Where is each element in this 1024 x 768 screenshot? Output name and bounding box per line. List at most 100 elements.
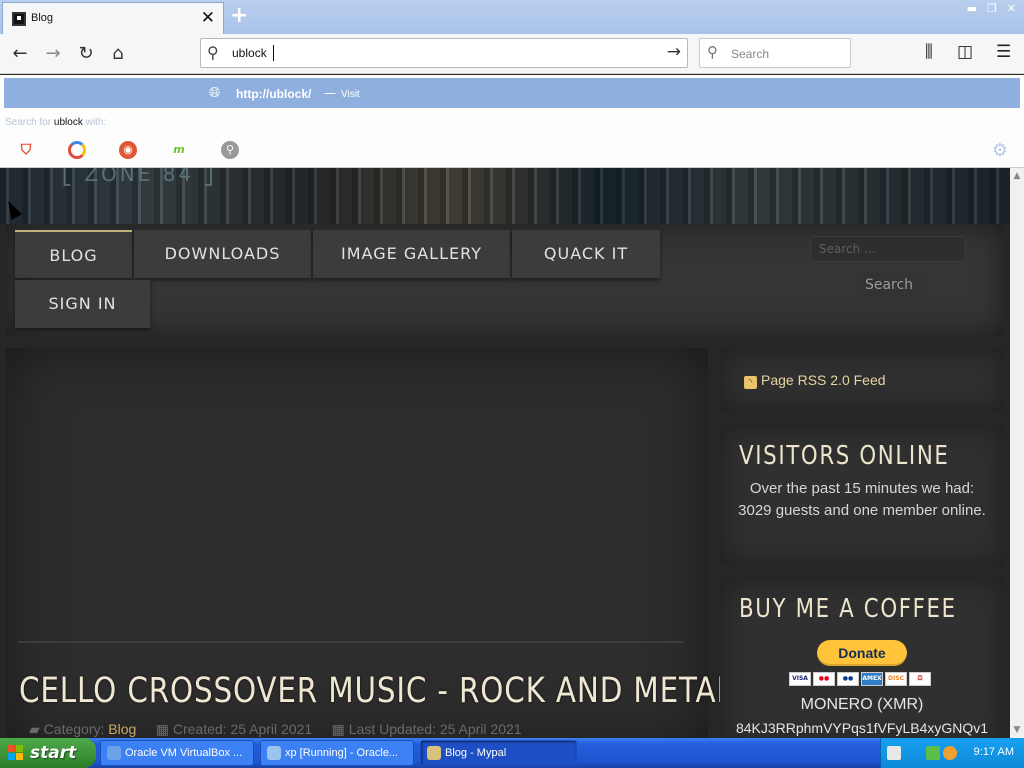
content-divider xyxy=(18,641,684,643)
payment-cards: VISA ●● ●● AMEX DISC ⛋ xyxy=(789,672,931,686)
taskbar: start Oracle VM VirtualBox ... xp [Runni… xyxy=(0,738,1024,768)
menu-hamburger-icon[interactable]: ☰ xyxy=(996,42,1011,62)
search-for-suffix: with: xyxy=(85,117,107,128)
new-tab-icon[interactable]: + xyxy=(230,3,248,28)
task-xp-running-label: xp [Running] - Oracle... xyxy=(285,747,399,759)
menu-image-gallery[interactable]: IMAGE GALLERY xyxy=(313,230,510,278)
search-for-query: ublock xyxy=(53,117,83,128)
visitors-title: VISITORS ONLINE xyxy=(739,441,950,471)
globe-icon: 🌐︎ xyxy=(209,85,221,101)
close-window-icon[interactable]: ✕ xyxy=(1007,2,1016,15)
url-bar[interactable]: ⚲ ublock → xyxy=(200,38,688,68)
restore-icon[interactable]: ❐ xyxy=(987,2,997,15)
banner-logo: ⎣ ZONE 84 ⎦ xyxy=(62,168,217,186)
updated-date: Last Updated: 25 April 2021 xyxy=(348,721,522,737)
mypal-browser-icon xyxy=(427,746,441,760)
mojeek-search-engine-icon[interactable]: m xyxy=(170,141,188,159)
back-icon[interactable]: ← xyxy=(6,40,34,68)
monero-address[interactable]: 84KJ3RRphmVYPqs1fVFyLB4xyGNQv1 xyxy=(720,720,1004,736)
reload-icon[interactable]: ↻ xyxy=(72,40,100,68)
calendar-icon: ▦ xyxy=(155,721,169,737)
menu-blog[interactable]: BLOG xyxy=(15,230,132,278)
gear-icon[interactable]: ⚙ xyxy=(992,140,1008,161)
monero-label: MONERO (XMR) xyxy=(800,696,924,713)
coffee-title: BUY ME A COFFEE xyxy=(739,594,957,624)
site-search-placeholder: Search ... xyxy=(819,242,876,256)
window-controls: ▬ ❐ ✕ xyxy=(967,2,1017,15)
category-link[interactable]: Blog xyxy=(108,721,136,737)
folder-icon: ▰ xyxy=(29,721,40,737)
web-search-placeholder: Search xyxy=(731,47,770,61)
task-blog-mypal[interactable]: Blog - Mypal xyxy=(420,740,577,766)
home-icon[interactable]: ⌂ xyxy=(104,40,132,68)
calendar-icon: ▦ xyxy=(331,721,345,737)
task-virtualbox[interactable]: Oracle VM VirtualBox ... xyxy=(100,740,254,766)
rss-icon: ◝ xyxy=(744,376,757,389)
rss-link[interactable]: ◝ Page RSS 2.0 Feed xyxy=(744,372,886,389)
forward-icon[interactable]: → xyxy=(39,40,67,68)
page-scrollbar[interactable]: ▲ ▼ xyxy=(1010,168,1024,738)
discover-card-icon: DISC xyxy=(885,672,907,686)
rss-module: ◝ Page RSS 2.0 Feed xyxy=(720,348,1004,412)
coffee-module: BUY ME A COFFEE Donate VISA ●● ●● AMEX D… xyxy=(720,578,1004,738)
rss-label: Page RSS 2.0 Feed xyxy=(761,372,886,388)
amex-card-icon: AMEX xyxy=(861,672,883,686)
virtualbox-icon xyxy=(107,746,121,760)
mastercard-icon: ●● xyxy=(813,672,835,686)
tab-bar: Blog ✕ + ▬ ❐ ✕ xyxy=(0,0,1024,34)
minimize-icon[interactable]: ▬ xyxy=(967,2,977,15)
system-tray: 9:17 AM xyxy=(880,738,1024,768)
task-xp-running[interactable]: xp [Running] - Oracle... xyxy=(260,740,414,766)
search-for-prefix: Search for xyxy=(5,117,52,128)
tab-blog[interactable]: Blog ✕ xyxy=(2,2,224,34)
start-label: start xyxy=(30,743,77,763)
network-icon[interactable] xyxy=(926,746,940,760)
go-arrow-icon[interactable]: → xyxy=(667,42,681,62)
text-caret xyxy=(273,45,274,61)
menu-quack-it[interactable]: QUACK IT xyxy=(512,230,660,278)
brave-search-engine-icon[interactable]: ⛉ xyxy=(17,141,35,159)
donate-button[interactable]: Donate xyxy=(817,640,907,666)
windows-logo-icon xyxy=(8,745,24,761)
tab-title: Blog xyxy=(31,12,54,24)
generic-search-engine-icon[interactable]: ⚲ xyxy=(221,141,239,159)
navigation-toolbar: ← → ↻ ⌂ ⚲ ublock → ⚲ Search ⫼ ◫ ☰ xyxy=(0,34,1024,74)
task-virtualbox-label: Oracle VM VirtualBox ... xyxy=(125,747,243,759)
sidebar-icon[interactable]: ◫ xyxy=(957,42,973,62)
search-for-with-label: Search for ublock with: xyxy=(5,117,106,128)
vm-window-icon xyxy=(267,746,281,760)
created-date: Created: 25 April 2021 xyxy=(172,721,313,737)
start-button[interactable]: start xyxy=(0,738,96,768)
visa-card-icon: VISA xyxy=(789,672,811,686)
bank-card-icon: ⛋ xyxy=(909,672,931,686)
maestro-card-icon: ●● xyxy=(837,672,859,686)
site-banner: ⎣ ZONE 84 ⎦ xyxy=(0,168,1010,224)
site-search-input[interactable]: Search ... xyxy=(810,236,966,262)
menu-sign-in[interactable]: SIGN IN xyxy=(15,280,150,328)
site-search-button[interactable]: Search xyxy=(856,272,922,298)
close-tab-icon[interactable]: ✕ xyxy=(201,8,215,28)
library-icon[interactable]: ⫼ xyxy=(925,42,933,62)
visitors-text: Over the past 15 minutes we had: 3029 gu… xyxy=(738,480,986,519)
autocomplete-dash: — xyxy=(324,86,336,100)
scroll-down-icon[interactable]: ▼ xyxy=(1010,722,1024,738)
article-meta: ▰ Category: Blog ▦ Created: 25 April 202… xyxy=(29,721,522,738)
clock: 9:17 AM xyxy=(973,746,1014,758)
menu-downloads[interactable]: DOWNLOADS xyxy=(134,230,311,278)
scroll-up-icon[interactable]: ▲ xyxy=(1010,168,1024,184)
visitors-module: VISITORS ONLINE Over the past 15 minutes… xyxy=(720,425,1004,565)
search-icon: ⚲ xyxy=(707,43,718,61)
qwant-search-engine-icon[interactable] xyxy=(68,141,86,159)
keyboard-icon[interactable] xyxy=(887,746,901,760)
web-page: ⎣ ZONE 84 ⎦ BLOG DOWNLOADS IMAGE GALLERY… xyxy=(0,168,1010,738)
task-blog-label: Blog - Mypal xyxy=(445,747,507,759)
category-label: Category: xyxy=(43,721,105,737)
site-favicon-icon xyxy=(12,12,26,26)
web-search-box[interactable]: ⚲ Search xyxy=(699,38,851,68)
search-tray-icon[interactable] xyxy=(943,746,957,760)
duckduckgo-search-engine-icon[interactable]: ◉ xyxy=(119,141,137,159)
autocomplete-visit-row[interactable]: 🌐︎ http://ublock/ — Visit xyxy=(4,78,1020,108)
url-input[interactable]: ublock xyxy=(232,46,267,60)
article-title[interactable]: CELLO CROSSOVER MUSIC - ROCK AND METAL xyxy=(19,671,734,711)
autocomplete-visit-label: Visit xyxy=(341,89,360,100)
